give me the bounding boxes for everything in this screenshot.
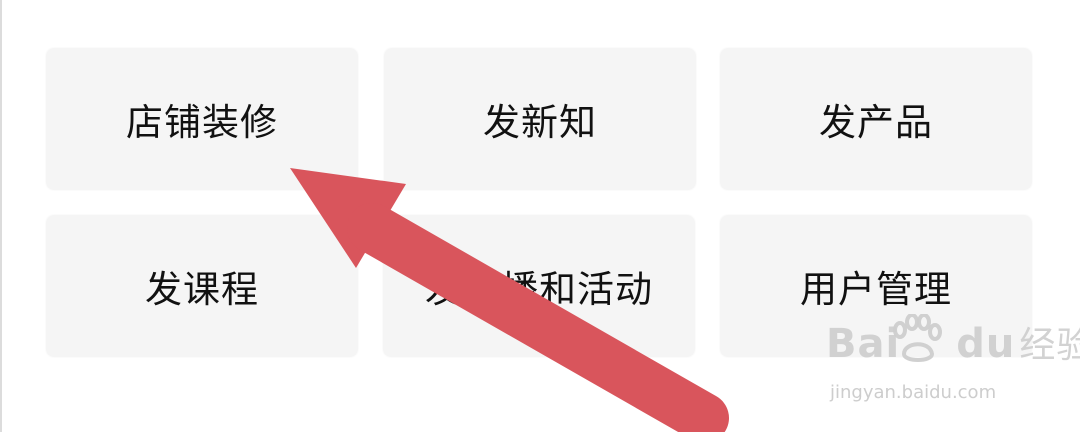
watermark-url: jingyan.baidu.com xyxy=(830,382,997,403)
tile-label: 发新知 xyxy=(483,101,597,144)
tile-post-course[interactable]: 发课程 xyxy=(46,215,358,357)
tile-post-live-and-event[interactable]: 发直播和活动 xyxy=(383,215,695,357)
tile-label: 店铺装修 xyxy=(126,101,278,144)
tile-post-article[interactable]: 发新知 xyxy=(384,48,696,190)
tile-store-decoration[interactable]: 店铺装修 xyxy=(46,48,358,190)
tile-post-product[interactable]: 发产品 xyxy=(720,48,1032,190)
tile-label: 用户管理 xyxy=(800,268,952,311)
tile-label: 发产品 xyxy=(819,101,933,144)
left-divider xyxy=(0,0,2,432)
app-screen: 店铺装修 发新知 发产品 发课程 发直播和活动 用户管理 Bai du 经验 j… xyxy=(0,0,1080,432)
tile-label: 发直播和活动 xyxy=(425,268,653,311)
tile-user-management[interactable]: 用户管理 xyxy=(720,215,1032,357)
tile-label: 发课程 xyxy=(145,268,259,311)
